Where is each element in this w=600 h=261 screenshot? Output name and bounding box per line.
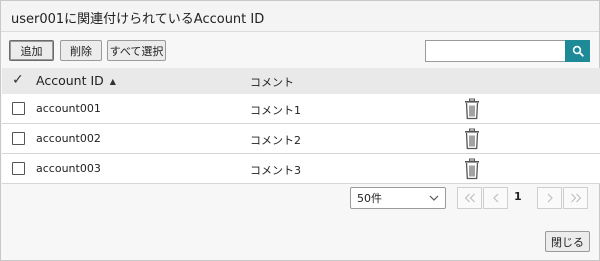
trash-icon[interactable]	[463, 98, 481, 120]
row-checkbox[interactable]	[12, 132, 25, 145]
sort-ascending-icon: ▲	[109, 77, 116, 86]
comment-cell: コメント2	[250, 134, 301, 147]
close-button[interactable]: 閉じる	[545, 231, 590, 252]
comment-cell: コメント1	[250, 104, 301, 117]
account-id-header-label: Account ID	[36, 73, 104, 88]
table-header: ✓ Account ID ▲ コメント	[2, 68, 600, 94]
select-all-check-icon[interactable]: ✓	[12, 72, 24, 88]
add-button[interactable]: 追加	[9, 40, 54, 61]
account-id-cell: account001	[36, 102, 101, 115]
previous-page-icon	[492, 193, 498, 203]
row-checkbox[interactable]	[12, 162, 25, 175]
dialog-title-bar: user001に関連付けられているAccount ID	[1, 1, 599, 32]
select-all-button[interactable]: すべて選択	[107, 40, 166, 61]
account-id-cell: account003	[36, 162, 101, 175]
search-icon	[572, 45, 584, 57]
account-id-cell: account002	[36, 132, 101, 145]
account-id-column-header[interactable]: Account ID ▲	[36, 73, 116, 88]
table-row[interactable]: account002 コメント2	[2, 124, 600, 154]
trash-icon[interactable]	[463, 128, 481, 150]
last-page-button[interactable]	[563, 187, 588, 209]
table-row[interactable]: account001 コメント1	[2, 94, 600, 124]
current-page-number: 1	[514, 190, 522, 203]
trash-icon[interactable]	[463, 158, 481, 180]
dialog-title: user001に関連付けられているAccount ID	[11, 12, 265, 27]
previous-page-button[interactable]	[483, 187, 508, 209]
chevron-down-icon	[429, 195, 439, 201]
table-row[interactable]: account003 コメント3	[2, 154, 600, 184]
next-page-icon	[547, 193, 553, 203]
next-page-button[interactable]	[537, 187, 562, 209]
comment-cell: コメント3	[250, 164, 301, 177]
first-page-button[interactable]	[457, 187, 482, 209]
row-checkbox[interactable]	[12, 102, 25, 115]
search-input[interactable]	[425, 40, 565, 62]
comment-column-header: コメント	[250, 76, 294, 89]
account-id-dialog: user001に関連付けられているAccount ID 追加 削除 すべて選択 …	[0, 0, 600, 261]
delete-button[interactable]: 削除	[60, 40, 102, 61]
page-size-select[interactable]: 50件	[350, 187, 446, 209]
search-button[interactable]	[565, 40, 590, 62]
last-page-icon	[570, 193, 581, 203]
first-page-icon	[464, 193, 475, 203]
page-size-value: 50件	[357, 192, 382, 205]
